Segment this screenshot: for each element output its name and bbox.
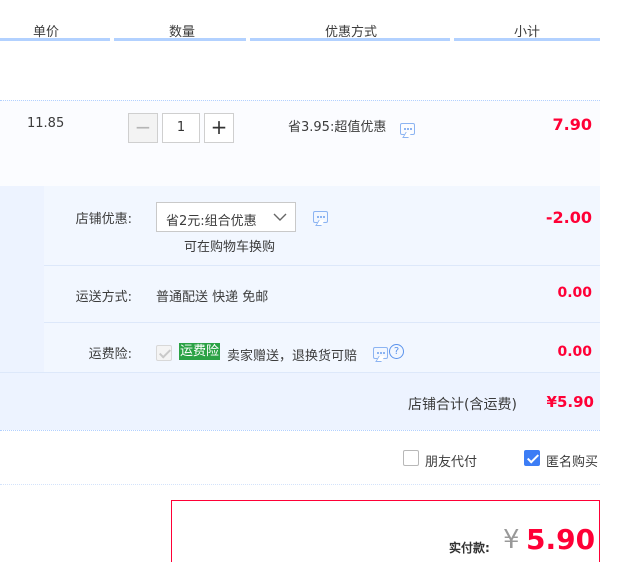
help-icon[interactable]: ?	[389, 344, 404, 359]
header-underline	[250, 38, 450, 41]
shop-promo-amount: -2.00	[545, 208, 592, 227]
item-row: 11.85 − 1 + 省3.95:超值优惠 7.90	[0, 100, 600, 187]
payment-label: 实付款:	[449, 541, 490, 555]
insurance-checkbox	[156, 345, 172, 361]
header-underline	[454, 38, 600, 41]
header-underline	[114, 38, 246, 41]
shop-promo-selected: 省2元:组合优惠	[166, 214, 257, 229]
insurance-tag: 运费险	[179, 343, 221, 360]
quantity-decrease-button[interactable]: −	[128, 113, 158, 143]
table-header: 单价 数量 优惠方式 小计	[0, 0, 600, 41]
friend-pay-label[interactable]: 朋友代付	[425, 451, 477, 470]
divider	[44, 265, 600, 266]
divider	[0, 484, 600, 486]
item-discount-text: 省3.95:超值优惠	[288, 120, 387, 135]
message-icon[interactable]	[313, 211, 328, 223]
shipping-amount: 0.00	[557, 285, 592, 301]
payment-summary: 实付款: ¥ 5.90	[171, 500, 600, 562]
quantity-increase-button[interactable]: +	[204, 113, 234, 143]
message-icon[interactable]	[400, 123, 415, 135]
shop-promo-note: 可在购物车换购	[184, 240, 276, 255]
shop-total-value: ¥5.90	[546, 393, 594, 411]
shop-promo-label: 店铺优惠:	[75, 212, 132, 227]
insurance-description: 卖家赠送，退换货可赔	[227, 349, 358, 364]
divider	[0, 430, 600, 432]
friend-pay-checkbox[interactable]	[403, 450, 419, 466]
item-subtotal: 7.90	[552, 115, 592, 134]
payment-currency: ¥	[503, 525, 520, 555]
shipping-label: 运送方式:	[75, 290, 132, 305]
anonymous-label[interactable]: 匿名购买	[546, 451, 598, 470]
quantity-input[interactable]: 1	[162, 113, 200, 143]
divider	[44, 322, 600, 323]
message-icon[interactable]	[373, 347, 388, 359]
shop-promo-select[interactable]: 省2元:组合优惠	[156, 202, 296, 232]
unit-price: 11.85	[27, 116, 65, 131]
shop-section: 店铺优惠: 省2元:组合优惠 可在购物车换购 -2.00 运送方式: 普通配送 …	[0, 186, 600, 430]
shipping-value: 普通配送 快递 免邮	[156, 290, 269, 305]
payment-amount: 5.90	[526, 523, 596, 556]
header-underline	[0, 38, 110, 41]
anonymous-checkbox[interactable]	[524, 450, 540, 466]
insurance-label: 运费险:	[88, 347, 132, 362]
divider	[0, 372, 600, 373]
insurance-amount: 0.00	[557, 344, 592, 360]
shop-total-label: 店铺合计(含运费)	[408, 397, 517, 413]
chevron-down-icon	[273, 213, 287, 221]
